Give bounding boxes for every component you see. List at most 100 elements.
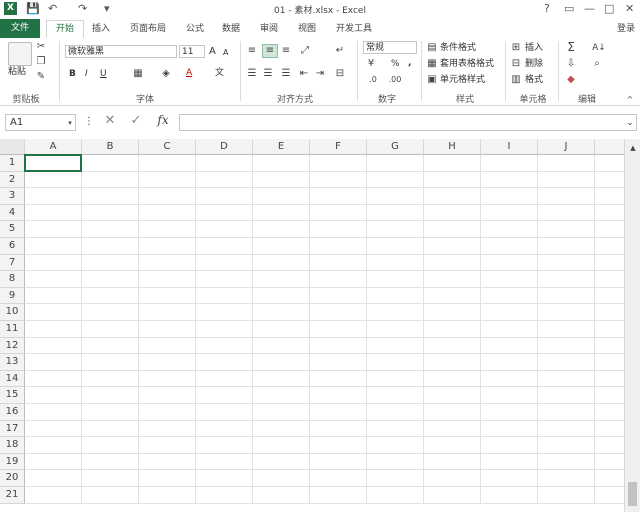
cell[interactable] — [25, 221, 82, 238]
cell[interactable] — [310, 271, 367, 288]
find-select-icon[interactable]: ⌕ — [590, 58, 604, 70]
row-header-6[interactable]: 6 — [0, 238, 25, 255]
insert-cells-icon[interactable]: ⊞ — [510, 42, 522, 54]
cell[interactable] — [310, 404, 367, 421]
cell[interactable] — [538, 420, 595, 438]
cell[interactable] — [253, 238, 310, 255]
cell[interactable] — [424, 487, 481, 504]
cell[interactable] — [310, 453, 367, 471]
column-header-d[interactable]: D — [196, 139, 253, 155]
cell[interactable] — [253, 337, 310, 355]
cell[interactable] — [595, 304, 624, 321]
phonetic-button[interactable]: 文 — [215, 67, 224, 80]
cell[interactable] — [196, 487, 253, 504]
scroll-thumb[interactable] — [628, 482, 637, 506]
number-format-select[interactable]: 常规 — [363, 41, 417, 54]
row-header-11[interactable]: 11 — [0, 321, 25, 338]
cell[interactable] — [538, 238, 595, 255]
cell[interactable] — [253, 155, 310, 172]
cell[interactable] — [25, 420, 82, 438]
cell[interactable] — [310, 287, 367, 305]
cell[interactable] — [253, 271, 310, 288]
cell[interactable] — [310, 420, 367, 438]
cell[interactable] — [424, 188, 481, 205]
cell[interactable] — [310, 155, 367, 172]
row-header-16[interactable]: 16 — [0, 404, 25, 421]
row-header-17[interactable]: 17 — [0, 420, 25, 438]
align-center-icon[interactable]: ☰ — [262, 68, 274, 80]
insert-function-icon[interactable]: fx — [154, 114, 172, 126]
font-color-button[interactable]: A — [186, 67, 192, 80]
cell[interactable] — [253, 387, 310, 404]
cell[interactable] — [196, 370, 253, 388]
formula-input[interactable] — [179, 114, 637, 131]
cell[interactable] — [82, 370, 139, 388]
decrease-decimal-icon[interactable]: .00 — [388, 74, 402, 86]
cell[interactable] — [310, 254, 367, 272]
cell[interactable] — [139, 404, 196, 421]
cell[interactable] — [310, 238, 367, 255]
cell[interactable] — [538, 487, 595, 504]
cell[interactable] — [481, 155, 538, 172]
cell[interactable] — [139, 238, 196, 255]
cell[interactable] — [424, 437, 481, 454]
cell[interactable] — [82, 238, 139, 255]
cell[interactable] — [595, 338, 624, 355]
cell[interactable] — [25, 188, 82, 205]
row-header-18[interactable]: 18 — [0, 437, 25, 454]
decrease-indent-icon[interactable]: ⇤ — [298, 68, 310, 80]
cell[interactable] — [139, 437, 196, 454]
wrap-text-icon[interactable]: ↵ — [333, 45, 347, 57]
cell[interactable] — [139, 354, 196, 371]
cell[interactable] — [82, 420, 139, 438]
cell[interactable] — [196, 221, 253, 238]
row-header-2[interactable]: 2 — [0, 171, 25, 189]
cell[interactable] — [139, 337, 196, 355]
cell[interactable] — [367, 171, 424, 189]
increase-decimal-icon[interactable]: .0 — [366, 74, 380, 86]
cell[interactable] — [481, 453, 538, 471]
format-as-table-button[interactable]: 套用表格格式 — [440, 58, 494, 71]
tab-insert[interactable]: 插入 — [84, 21, 118, 37]
cell[interactable] — [139, 420, 196, 438]
conditional-format-button[interactable]: 条件格式 — [440, 42, 476, 55]
cell[interactable] — [481, 287, 538, 305]
cell[interactable] — [139, 171, 196, 189]
cell[interactable] — [82, 304, 139, 321]
cell[interactable] — [253, 453, 310, 471]
tab-page-layout[interactable]: 页面布局 — [122, 21, 174, 37]
align-right-icon[interactable]: ☰ — [280, 68, 292, 80]
tab-home[interactable]: 开始 — [46, 20, 84, 39]
cell[interactable] — [367, 221, 424, 238]
cell[interactable] — [538, 370, 595, 388]
cell-styles-button[interactable]: 单元格样式 — [440, 74, 485, 87]
cell[interactable] — [82, 337, 139, 355]
cell[interactable] — [82, 487, 139, 504]
fill-color-icon[interactable]: ◈ — [160, 68, 172, 80]
cell[interactable] — [424, 304, 481, 321]
cell[interactable] — [424, 354, 481, 371]
cell[interactable] — [481, 171, 538, 189]
cell[interactable] — [196, 387, 253, 404]
orientation-icon[interactable]: ⤢ — [298, 45, 312, 57]
cell[interactable] — [481, 321, 538, 338]
insert-cells-button[interactable]: 插入 — [525, 42, 543, 55]
cell[interactable] — [595, 454, 624, 471]
cell[interactable] — [196, 420, 253, 438]
cell[interactable] — [25, 487, 82, 504]
cell[interactable] — [481, 221, 538, 238]
cell[interactable] — [139, 387, 196, 404]
cell[interactable] — [253, 420, 310, 438]
cell[interactable] — [595, 470, 624, 487]
cell[interactable] — [367, 188, 424, 205]
cell[interactable] — [310, 387, 367, 404]
cell[interactable] — [424, 321, 481, 338]
cell[interactable] — [538, 321, 595, 338]
cell[interactable] — [82, 404, 139, 421]
align-bottom-icon[interactable]: ≡ — [280, 45, 292, 57]
font-name-select[interactable]: 微软雅黑 — [65, 45, 177, 58]
column-header-h[interactable]: H — [424, 139, 481, 155]
cell[interactable] — [196, 204, 253, 222]
cell[interactable] — [538, 337, 595, 355]
cell[interactable] — [139, 204, 196, 222]
